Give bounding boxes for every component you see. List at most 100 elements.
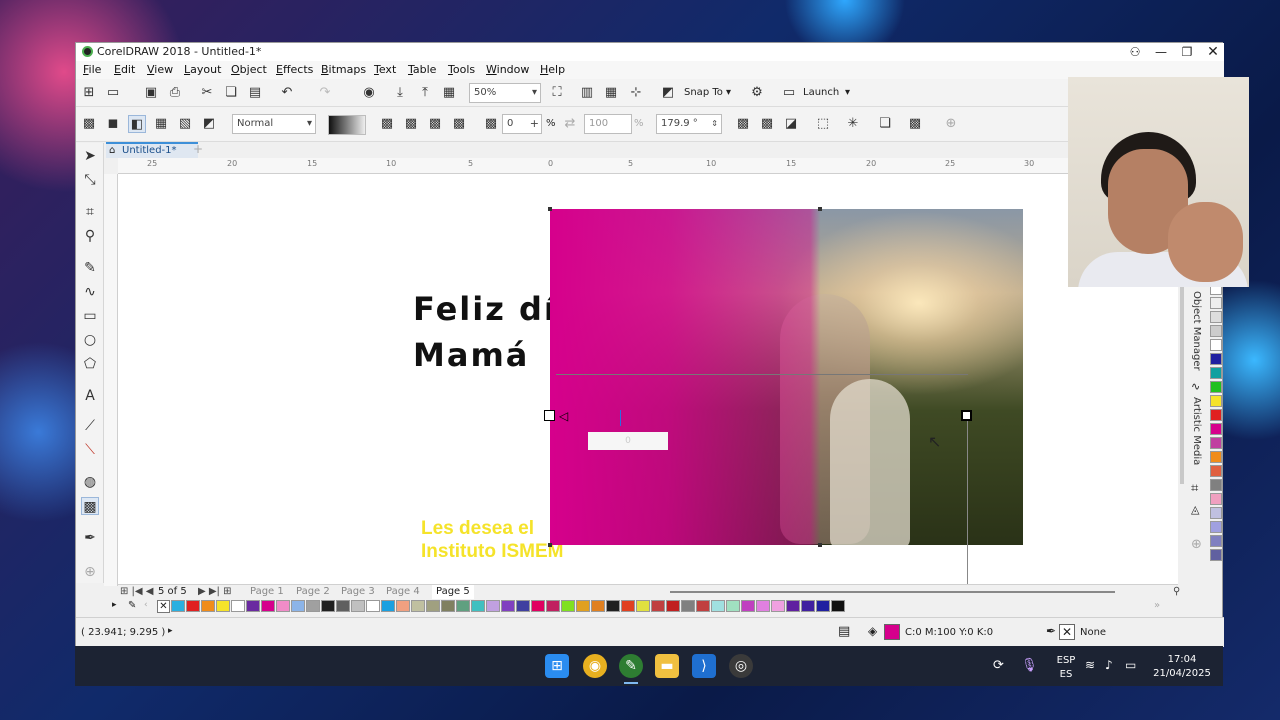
close-button[interactable]: ✕ bbox=[1200, 43, 1226, 61]
zoom-icon[interactable]: ⚲ bbox=[1173, 585, 1180, 599]
connector-tool-icon[interactable]: ⟍ bbox=[81, 441, 99, 459]
color-swatch[interactable] bbox=[171, 600, 185, 612]
save-icon[interactable]: ▣ bbox=[142, 84, 160, 102]
color-swatch[interactable] bbox=[186, 600, 200, 612]
color-swatch[interactable] bbox=[306, 600, 320, 612]
color-swatch[interactable] bbox=[1210, 409, 1222, 421]
palette-scroll-right-icon[interactable]: » bbox=[1154, 600, 1160, 611]
color-swatch[interactable] bbox=[726, 600, 740, 612]
color-swatch[interactable] bbox=[741, 600, 755, 612]
freehand-tool-icon[interactable]: ✎ bbox=[81, 259, 99, 277]
outline-pen-icon[interactable]: ✒ bbox=[1046, 624, 1056, 638]
menu-view[interactable]: View bbox=[147, 63, 173, 76]
color-swatch[interactable] bbox=[1210, 535, 1222, 547]
artistic-media-tab[interactable]: Artistic Media bbox=[1191, 397, 1202, 465]
page-tab-1[interactable]: Page 1 bbox=[250, 585, 284, 599]
sync-icon[interactable]: ⟳ bbox=[993, 658, 1004, 673]
palette-scroll-left-icon[interactable]: ‹ bbox=[144, 600, 148, 610]
color-proof-icon[interactable]: ▤ bbox=[838, 624, 850, 639]
color-swatch[interactable] bbox=[666, 600, 680, 612]
subtext[interactable]: Les desea el Instituto ISMEM bbox=[421, 517, 563, 563]
target-transparency-icon[interactable]: ⬚ bbox=[814, 115, 832, 133]
search-content-icon[interactable]: ◉ bbox=[360, 84, 378, 102]
crop-icon[interactable]: ⌗ bbox=[1191, 481, 1198, 496]
color-swatch[interactable] bbox=[606, 600, 620, 612]
elliptical-fountain-icon[interactable]: ▩ bbox=[402, 115, 420, 133]
color-swatch[interactable] bbox=[291, 600, 305, 612]
color-swatch[interactable] bbox=[486, 600, 500, 612]
color-swatch[interactable] bbox=[1210, 437, 1222, 449]
menu-help[interactable]: Help bbox=[540, 63, 565, 76]
fill-color-swatch[interactable] bbox=[884, 624, 900, 640]
transparency-tool-icon[interactable]: ▩ bbox=[81, 497, 99, 515]
color-swatch[interactable] bbox=[1210, 507, 1222, 519]
start-windows-icon[interactable]: ⊞ bbox=[545, 654, 569, 678]
color-swatch[interactable] bbox=[336, 600, 350, 612]
chevron-down-icon[interactable]: ▾ bbox=[845, 87, 850, 98]
transparency-vector-line[interactable] bbox=[556, 374, 968, 375]
color-swatch[interactable] bbox=[696, 600, 710, 612]
eyedropper-tool-icon[interactable]: ✒ bbox=[81, 529, 99, 547]
vector-pattern-transparency-icon[interactable]: ▦ bbox=[152, 115, 170, 133]
open-folder-icon[interactable]: ▭ bbox=[104, 84, 122, 102]
artistic-media-tool-icon[interactable]: ∿ bbox=[81, 283, 99, 301]
color-swatch[interactable] bbox=[426, 600, 440, 612]
menu-effects[interactable]: Effects bbox=[276, 63, 313, 76]
outline-none-swatch[interactable]: ✕ bbox=[1059, 624, 1075, 640]
add-tab-icon[interactable]: + bbox=[190, 142, 206, 158]
color-swatch[interactable] bbox=[1210, 479, 1222, 491]
color-swatch[interactable] bbox=[1210, 339, 1222, 351]
copy-icon[interactable]: ❏ bbox=[222, 84, 240, 102]
rectangular-fountain-icon[interactable]: ▩ bbox=[450, 115, 468, 133]
copy-transparency-icon[interactable]: ❏ bbox=[876, 115, 894, 133]
fill-bucket-icon[interactable]: ◈ bbox=[868, 624, 877, 638]
import-icon[interactable]: ⤓ bbox=[391, 84, 409, 102]
language-indicator[interactable]: ESP ES bbox=[1051, 655, 1081, 680]
color-swatch[interactable] bbox=[831, 600, 845, 612]
color-swatch[interactable] bbox=[576, 600, 590, 612]
microphone-icon[interactable]: 🎙 bbox=[1021, 658, 1038, 673]
menu-edit[interactable]: Edit bbox=[114, 63, 135, 76]
color-swatch[interactable] bbox=[636, 600, 650, 612]
show-grid-icon[interactable]: ▦ bbox=[602, 84, 620, 102]
photo-bitmap[interactable] bbox=[550, 209, 1023, 545]
start-node-handle[interactable] bbox=[544, 410, 555, 421]
zoom-level-select[interactable]: 50% ▾ bbox=[469, 83, 541, 103]
color-swatch[interactable] bbox=[711, 600, 725, 612]
interactive-fill-icon[interactable]: ▩ bbox=[80, 115, 98, 133]
undo-icon[interactable]: ↶ bbox=[278, 84, 296, 102]
color-swatch[interactable] bbox=[411, 600, 425, 612]
conical-fountain-icon[interactable]: ▩ bbox=[426, 115, 444, 133]
coreldraw-taskbar-icon[interactable]: ✎ bbox=[619, 654, 643, 678]
battery-icon[interactable]: ▭ bbox=[1125, 658, 1136, 672]
ellipse-tool-icon[interactable]: ○ bbox=[81, 331, 99, 349]
menu-text[interactable]: Text bbox=[374, 63, 396, 76]
text-tool-icon[interactable]: A bbox=[81, 387, 99, 405]
angle-input[interactable]: 179.9 ° ⇕ bbox=[656, 114, 722, 134]
shape-tool-icon[interactable]: ⤡ bbox=[81, 171, 99, 189]
page-tab-4[interactable]: Page 4 bbox=[386, 585, 420, 599]
color-swatch[interactable] bbox=[471, 600, 485, 612]
menu-layout[interactable]: Layout bbox=[184, 63, 221, 76]
menu-window[interactable]: Window bbox=[486, 63, 529, 76]
color-swatch[interactable] bbox=[456, 600, 470, 612]
color-swatch[interactable] bbox=[1210, 395, 1222, 407]
snap-to-dropdown[interactable]: Snap To bbox=[684, 87, 723, 98]
reverse-transparency-icon[interactable]: ▩ bbox=[734, 115, 752, 133]
chrome-icon[interactable]: ◉ bbox=[583, 654, 607, 678]
eyedropper-icon[interactable]: ✎ bbox=[128, 600, 136, 611]
menu-tools[interactable]: Tools bbox=[448, 63, 475, 76]
color-swatch[interactable] bbox=[1210, 311, 1222, 323]
color-swatch[interactable] bbox=[276, 600, 290, 612]
crop-tool-icon[interactable]: ⌗ bbox=[81, 203, 99, 221]
restore-button[interactable]: ❐ bbox=[1174, 43, 1200, 61]
color-swatch[interactable] bbox=[216, 600, 230, 612]
fountain-transparency-icon[interactable]: ◧ bbox=[128, 115, 146, 133]
color-swatch[interactable] bbox=[1210, 521, 1222, 533]
color-swatch[interactable] bbox=[1210, 367, 1222, 379]
color-swatch[interactable] bbox=[516, 600, 530, 612]
launch-dropdown[interactable]: Launch bbox=[803, 87, 839, 98]
paste-icon[interactable]: ▤ bbox=[246, 84, 264, 102]
screen-recorder-icon[interactable]: ◎ bbox=[729, 654, 753, 678]
wifi-icon[interactable]: ≋ bbox=[1085, 658, 1095, 672]
